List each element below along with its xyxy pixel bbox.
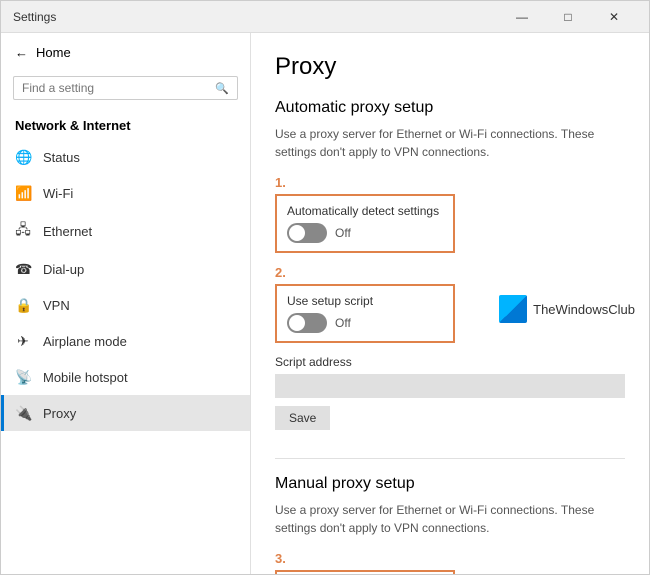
search-input[interactable] bbox=[22, 81, 215, 95]
hotspot-label: Mobile hotspot bbox=[43, 370, 128, 385]
content-area: Proxy Automatic proxy setup Use a proxy … bbox=[251, 33, 649, 574]
auto-section-title: Automatic proxy setup bbox=[275, 99, 625, 117]
step2-toggle-label: Off bbox=[335, 316, 351, 330]
page-title: Proxy bbox=[275, 53, 625, 81]
window-title: Settings bbox=[13, 10, 499, 24]
watermark-text: TheWindowsClub bbox=[533, 302, 635, 317]
main-area: ← Home 🔍 Network & Internet 🌐 Status 📶 W… bbox=[1, 33, 649, 574]
step2-toggle-knob bbox=[289, 315, 305, 331]
wifi-label: Wi-Fi bbox=[43, 186, 73, 201]
sidebar-item-ethernet[interactable]: 🖧 Ethernet bbox=[1, 211, 250, 251]
airplane-label: Airplane mode bbox=[43, 334, 127, 349]
ethernet-label: Ethernet bbox=[43, 224, 92, 239]
search-icon: 🔍 bbox=[215, 82, 229, 95]
watermark: TheWindowsClub bbox=[495, 293, 639, 325]
settings-window: Settings — □ ✕ ← Home 🔍 Network & Intern… bbox=[0, 0, 650, 575]
dialup-label: Dial-up bbox=[43, 262, 84, 277]
save-button[interactable]: Save bbox=[275, 406, 330, 430]
step2-toggle-row: Off bbox=[287, 313, 443, 333]
sidebar-back-button[interactable]: ← Home bbox=[1, 33, 250, 72]
ethernet-icon: 🖧 bbox=[15, 219, 31, 243]
search-box[interactable]: 🔍 bbox=[13, 76, 238, 100]
vpn-label: VPN bbox=[43, 298, 70, 313]
proxy-icon: 🔌 bbox=[15, 405, 31, 422]
dialup-icon: ☎ bbox=[15, 261, 31, 278]
home-label: Home bbox=[36, 45, 71, 60]
status-label: Status bbox=[43, 150, 80, 165]
step1-toggle-label: Off bbox=[335, 226, 351, 240]
sidebar-item-wifi[interactable]: 📶 Wi-Fi bbox=[1, 175, 250, 211]
proxy-label: Proxy bbox=[43, 406, 76, 421]
auto-section-desc: Use a proxy server for Ethernet or Wi-Fi… bbox=[275, 125, 625, 161]
step1-toggle-knob bbox=[289, 225, 305, 241]
back-arrow-icon: ← bbox=[15, 45, 28, 60]
maximize-button[interactable]: □ bbox=[545, 1, 591, 33]
manual-section-title: Manual proxy setup bbox=[275, 475, 625, 493]
hotspot-icon: 📡 bbox=[15, 369, 31, 386]
sidebar-item-airplane[interactable]: ✈ Airplane mode bbox=[1, 323, 250, 359]
divider bbox=[275, 458, 625, 459]
minimize-button[interactable]: — bbox=[499, 1, 545, 33]
airplane-icon: ✈ bbox=[15, 333, 31, 350]
sidebar-item-status[interactable]: 🌐 Status bbox=[1, 139, 250, 175]
step2-toggle[interactable] bbox=[287, 313, 327, 333]
sidebar-item-hotspot[interactable]: 📡 Mobile hotspot bbox=[1, 359, 250, 395]
sidebar-item-dialup[interactable]: ☎ Dial-up bbox=[1, 251, 250, 287]
step2-box: Use setup script Off bbox=[275, 284, 455, 343]
step1-toggle-row: Off bbox=[287, 223, 443, 243]
sidebar-section-label: Network & Internet bbox=[1, 110, 250, 139]
script-address-input[interactable] bbox=[275, 374, 625, 398]
window-controls: — □ ✕ bbox=[499, 1, 637, 33]
close-button[interactable]: ✕ bbox=[591, 1, 637, 33]
step1-label: Automatically detect settings bbox=[287, 204, 443, 218]
step3-box: Use a proxy server Off bbox=[275, 570, 455, 574]
step1-number: 1. bbox=[275, 175, 625, 190]
watermark-icon bbox=[499, 295, 527, 323]
step1-row: 1. Automatically detect settings Off bbox=[275, 175, 625, 253]
sidebar-item-proxy[interactable]: 🔌 Proxy bbox=[1, 395, 250, 431]
step1-box: Automatically detect settings Off bbox=[275, 194, 455, 253]
step2-number: 2. bbox=[275, 265, 625, 280]
vpn-icon: 🔒 bbox=[15, 297, 31, 314]
step3-row: 3. Use a proxy server Off bbox=[275, 551, 625, 574]
sidebar: ← Home 🔍 Network & Internet 🌐 Status 📶 W… bbox=[1, 33, 251, 574]
titlebar: Settings — □ ✕ bbox=[1, 1, 649, 33]
script-address-label: Script address bbox=[275, 355, 625, 369]
step2-label: Use setup script bbox=[287, 294, 443, 308]
status-icon: 🌐 bbox=[15, 149, 31, 166]
sidebar-item-vpn[interactable]: 🔒 VPN bbox=[1, 287, 250, 323]
manual-section-desc: Use a proxy server for Ethernet or Wi-Fi… bbox=[275, 501, 625, 537]
wifi-icon: 📶 bbox=[15, 185, 31, 202]
step1-toggle[interactable] bbox=[287, 223, 327, 243]
step3-number: 3. bbox=[275, 551, 625, 566]
